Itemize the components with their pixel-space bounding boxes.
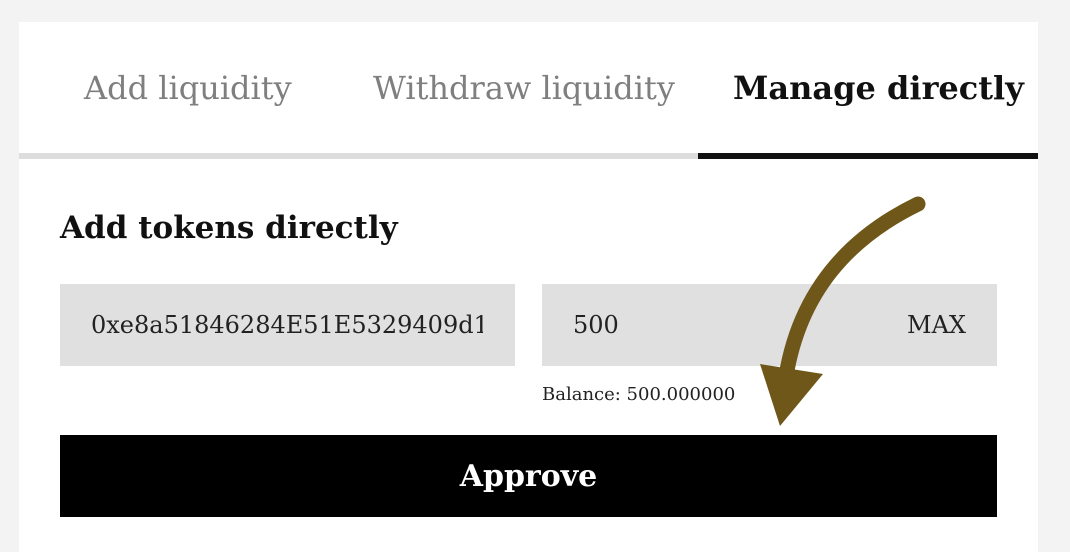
max-button[interactable]: MAX <box>907 310 966 340</box>
amount-field[interactable]: MAX <box>542 284 997 366</box>
tab-underline-active <box>698 153 1038 159</box>
manage-liquidity-card: Add liquidity Withdraw liquidity Manage … <box>19 22 1038 552</box>
tab-manage-directly[interactable]: Manage directly <box>733 66 1024 110</box>
token-address-field[interactable]: 0xe8a51846284E51E5329409d1 <box>60 284 515 366</box>
tab-withdraw-liquidity[interactable]: Withdraw liquidity <box>373 66 675 110</box>
balance-text: Balance: 500.000000 <box>542 384 736 405</box>
tab-add-liquidity[interactable]: Add liquidity <box>84 66 292 110</box>
token-address-value[interactable]: 0xe8a51846284E51E5329409d1 <box>91 310 483 340</box>
tab-underline-inactive <box>19 153 698 159</box>
section-title: Add tokens directly <box>60 210 398 246</box>
tab-bar: Add liquidity Withdraw liquidity Manage … <box>19 22 1038 159</box>
approve-button[interactable]: Approve <box>60 435 997 517</box>
amount-input[interactable] <box>573 308 853 342</box>
